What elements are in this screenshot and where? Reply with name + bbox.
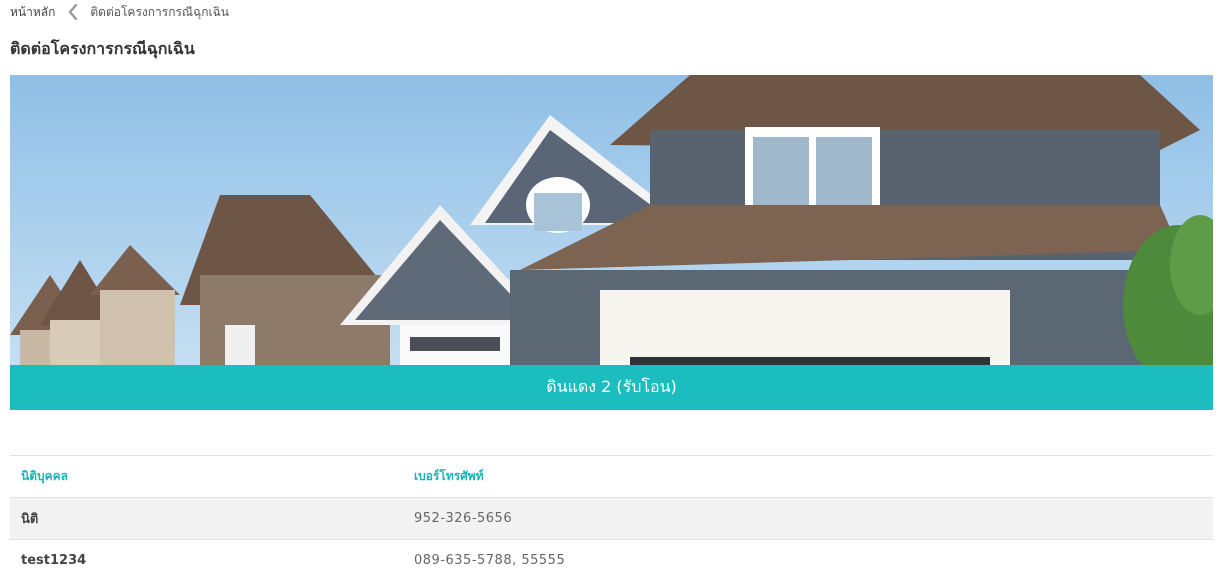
contact-phone[interactable]: 952-326-5656 (403, 498, 1213, 540)
project-banner-image (10, 75, 1213, 365)
breadcrumb-current: ติดต่อโครงการกรณีฉุกเฉิน (90, 4, 229, 19)
page-title: ติดต่อโครงการกรณีฉุกเฉิน (10, 39, 195, 58)
contact-phone[interactable]: 089-635-5788, 55555 (403, 540, 1213, 577)
breadcrumb: หน้าหลัก ติดต่อโครงการกรณีฉุกเฉิน (10, 2, 229, 22)
contact-name: test1234 (21, 553, 87, 569)
breadcrumb-home-link[interactable]: หน้าหลัก (10, 3, 55, 22)
emergency-contacts-table: นิติบุคคล เบอร์โทรศัพท์ นิติ 952-326-565… (10, 455, 1213, 577)
column-header-juristic-person: นิติบุคคล (10, 455, 403, 498)
table-header-row: นิติบุคคล เบอร์โทรศัพท์ (10, 455, 1213, 498)
page: หน้าหลัก ติดต่อโครงการกรณีฉุกเฉิน ติดต่อ… (0, 0, 1231, 577)
contact-name: นิติ (21, 512, 39, 527)
chevron-left-icon (64, 2, 82, 22)
column-header-phone: เบอร์โทรศัพท์ (403, 455, 1213, 498)
table-row: test1234 089-635-5788, 55555 (10, 539, 1213, 577)
banner-caption: ดินแดง 2 (รับโอน) (10, 365, 1213, 410)
table-row: นิติ 952-326-5656 (10, 497, 1213, 540)
